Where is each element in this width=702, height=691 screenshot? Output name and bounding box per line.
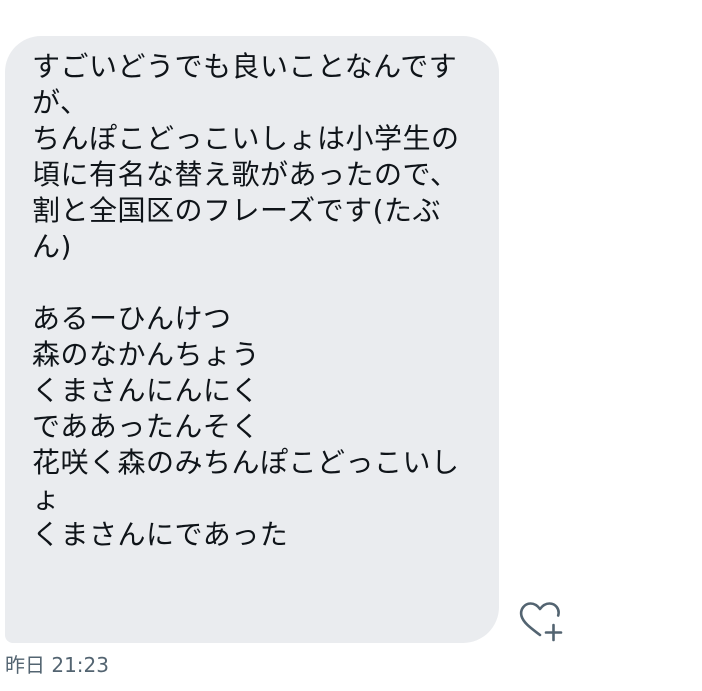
message-timestamp: 昨日 21:23	[5, 653, 109, 677]
message-line: ょ	[32, 482, 61, 515]
message-line: ちんぽこどっこいしょは小学生の	[32, 122, 460, 155]
heart-plus-icon[interactable]	[516, 598, 564, 642]
message-line: が、	[32, 86, 89, 119]
message-line: 森のなかんちょう	[32, 338, 261, 371]
message-line: くまさんにであった	[32, 518, 289, 551]
message-bubble[interactable]: すごいどうでも良いことなんです が、 ちんぽこどっこいしょは小学生の 頃に有名な…	[5, 36, 499, 643]
message-line: でああったんそく	[32, 410, 260, 443]
message-text: すごいどうでも良いことなんです が、 ちんぽこどっこいしょは小学生の 頃に有名な…	[32, 49, 483, 553]
message-line	[32, 265, 483, 301]
message-line: 割と全国区のフレーズです(たぶ	[32, 194, 442, 227]
message-line: 花咲く森のみちんぽこどっこいし	[32, 446, 460, 479]
message-line: すごいどうでも良いことなんです	[32, 50, 458, 83]
message-line: くまさんにんにく	[32, 374, 260, 407]
message-line: ん)	[32, 230, 72, 263]
message-line: あるーひんけつ	[32, 302, 232, 335]
dm-conversation: すごいどうでも良いことなんです が、 ちんぽこどっこいしょは小学生の 頃に有名な…	[0, 0, 702, 691]
message-line: 頃に有名な替え歌があったので、	[32, 158, 459, 191]
